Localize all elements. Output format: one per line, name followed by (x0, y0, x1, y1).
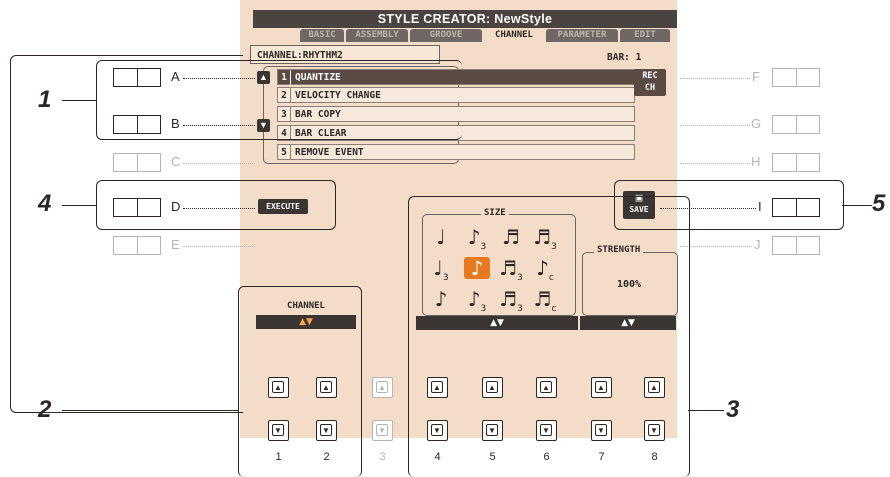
tab-basic[interactable]: BASIC (300, 29, 344, 42)
tab-groove[interactable]: GROOVE (410, 29, 482, 42)
up-button-1[interactable]: ▲ (268, 377, 289, 398)
side-button-g[interactable] (772, 115, 820, 134)
leader-line-3 (688, 410, 724, 411)
side-letter-j: J (754, 237, 761, 252)
leader-line-5 (842, 205, 872, 206)
down-button-6[interactable]: ▼ (536, 420, 557, 441)
column-number-1: 1 (275, 451, 282, 463)
leader-f (680, 78, 750, 79)
bracket-2 (238, 286, 362, 477)
up-button-4[interactable]: ▲ (427, 377, 448, 398)
up-button-5[interactable]: ▲ (482, 377, 503, 398)
tab-assembly[interactable]: ASSEMBLY (346, 29, 408, 42)
column-number-8: 8 (651, 451, 658, 463)
column-number-2: 2 (323, 451, 330, 463)
up-button-8[interactable]: ▲ (644, 377, 665, 398)
column-number-5: 5 (489, 451, 496, 463)
callout-5: 5 (872, 190, 886, 217)
rec-ch-button[interactable]: REC CH (634, 69, 666, 96)
leader-g (680, 125, 750, 126)
column-number-4: 4 (434, 451, 441, 463)
down-button-7[interactable]: ▼ (591, 420, 612, 441)
down-button-2[interactable]: ▼ (316, 420, 337, 441)
down-button-5[interactable]: ▼ (482, 420, 503, 441)
up-button-2[interactable]: ▲ (316, 377, 337, 398)
menu-item-remove-event[interactable]: 5 REMOVE EVENT (277, 144, 635, 160)
side-letter-f: F (752, 69, 760, 84)
side-letter-g: G (751, 116, 762, 131)
down-button-8[interactable]: ▼ (644, 420, 665, 441)
up-button-3[interactable]: ▲ (372, 377, 393, 398)
column-number-6: 6 (543, 451, 550, 463)
side-button-h[interactable] (772, 153, 820, 172)
down-button-3[interactable]: ▼ (372, 420, 393, 441)
up-button-7[interactable]: ▲ (591, 377, 612, 398)
leader-j (680, 246, 752, 247)
column-number-7: 7 (598, 451, 605, 463)
leader-line-2 (62, 410, 238, 411)
tab-parameter[interactable]: PARAMETER (546, 29, 618, 42)
down-button-1[interactable]: ▼ (268, 420, 289, 441)
bracket-channel-outer (10, 55, 243, 413)
tab-edit[interactable]: EDIT (620, 29, 670, 42)
screen-title: STYLE CREATOR: NewStyle (253, 10, 677, 28)
down-button-4[interactable]: ▼ (427, 420, 448, 441)
bar-label: BAR: 1 (607, 52, 642, 63)
callout-2: 2 (38, 396, 52, 423)
callout-3: 3 (726, 396, 740, 423)
tab-channel[interactable]: CHANNEL (484, 29, 544, 42)
side-button-j[interactable] (772, 236, 820, 255)
column-number-3: 3 (379, 451, 386, 463)
leader-h (680, 163, 750, 164)
side-letter-h: H (751, 154, 761, 169)
up-button-6[interactable]: ▲ (536, 377, 557, 398)
side-button-f[interactable] (772, 68, 820, 87)
